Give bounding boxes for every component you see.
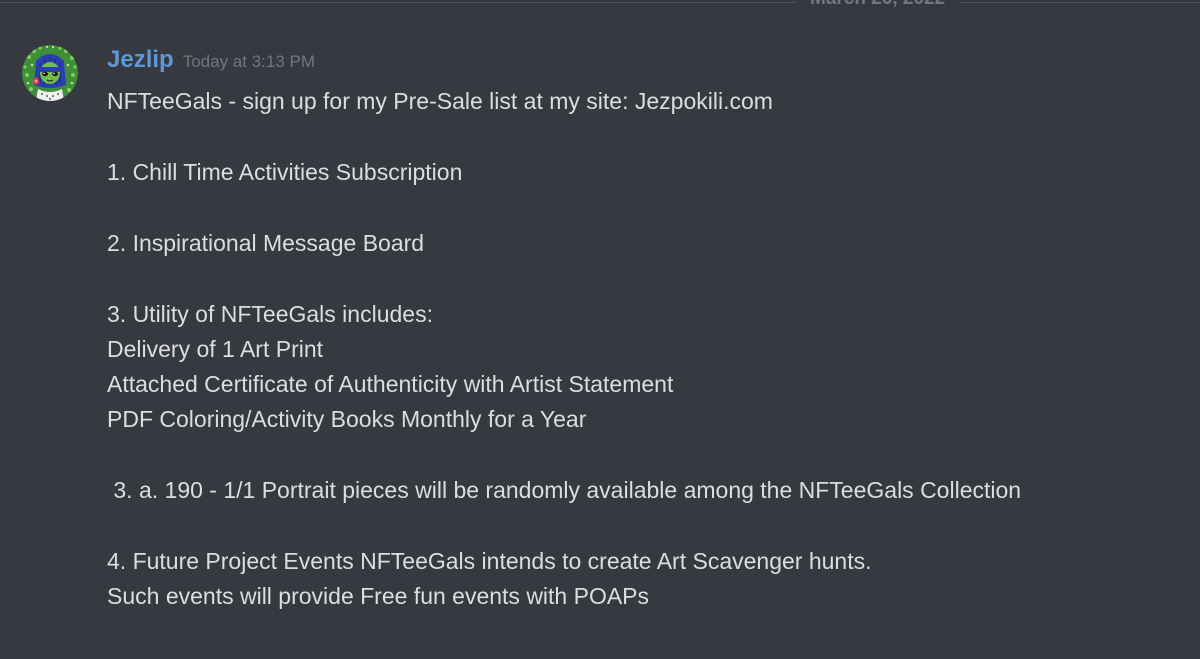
- message-line: [107, 261, 1177, 297]
- avatar-icon[interactable]: [22, 45, 78, 101]
- message-line: 3. Utility of NFTeeGals includes:: [107, 301, 433, 327]
- message-line: Such events will provide Free fun events…: [107, 583, 650, 609]
- message-line: [107, 508, 1177, 544]
- avatar-image: [22, 45, 78, 101]
- message-content: NFTeeGals - sign up for my Pre-Sale list…: [107, 84, 1177, 614]
- username[interactable]: Jezlip: [107, 46, 174, 74]
- divider-line: [0, 2, 1200, 3]
- message-line: PDF Coloring/Activity Books Monthly for …: [107, 406, 587, 432]
- timestamp[interactable]: Today at 3:13 PM: [183, 52, 315, 72]
- message-line: 3. a. 190 - 1/1 Portrait pieces will be …: [107, 477, 1022, 503]
- message-line: [107, 119, 1177, 155]
- message-line: [107, 437, 1177, 473]
- message-line: NFTeeGals - sign up for my Pre-Sale list…: [107, 88, 773, 114]
- message-line: 2. Inspirational Message Board: [107, 230, 425, 256]
- message-header: Jezlip Today at 3:13 PM: [107, 46, 315, 82]
- divider-date: March 26, 2022: [796, 0, 960, 11]
- message-line: 4. Future Project Events NFTeeGals inten…: [107, 548, 872, 574]
- message-line: Delivery of 1 Art Print: [107, 336, 324, 362]
- date-divider: March 26, 2022: [0, 0, 1200, 11]
- message-line: 1. Chill Time Activities Subscription: [107, 159, 463, 185]
- message-line: [107, 190, 1177, 226]
- message-line: Attached Certificate of Authenticity wit…: [107, 371, 674, 397]
